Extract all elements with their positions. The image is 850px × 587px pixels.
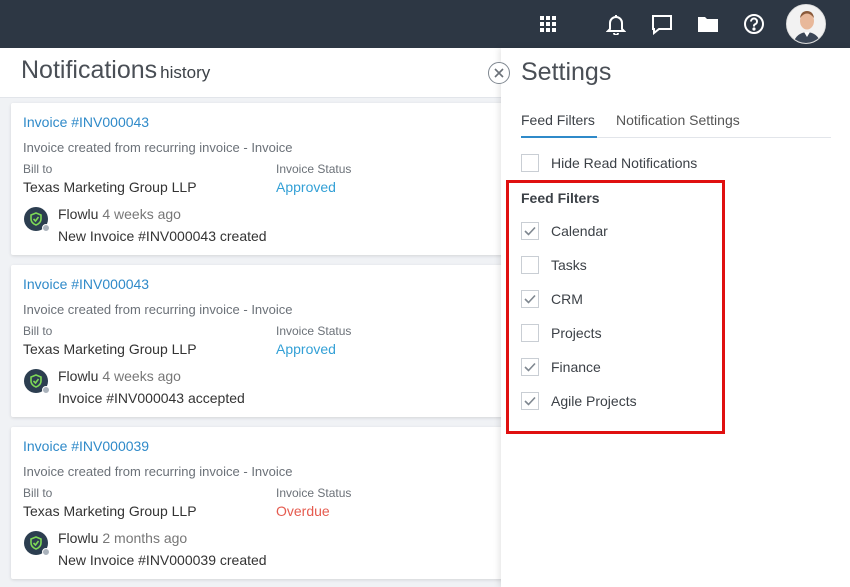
filter-label: CRM	[551, 291, 583, 307]
active-tab-indicator	[521, 136, 597, 138]
invoice-status-value: Approved	[276, 179, 336, 195]
invoice-link[interactable]: Invoice #INV000043	[23, 276, 149, 292]
user-avatar[interactable]	[786, 4, 826, 44]
filter-label: Finance	[551, 359, 601, 375]
filter-checkbox-calendar[interactable]	[521, 222, 539, 240]
settings-panel: Settings Feed Filters Notification Setti…	[501, 48, 850, 587]
folder-icon[interactable]	[696, 12, 720, 36]
checkmark-icon	[524, 396, 536, 406]
filter-option-tasks[interactable]: Tasks	[521, 255, 701, 275]
notification-subtitle: Invoice created from recurring invoice -…	[23, 464, 293, 479]
status-dot	[42, 224, 50, 232]
hide-read-notifications-option[interactable]: Hide Read Notifications	[521, 153, 741, 173]
notification-card: Invoice #INV000043 Invoice created from …	[11, 265, 511, 417]
close-icon	[494, 68, 504, 78]
notification-subtitle: Invoice created from recurring invoice -…	[23, 140, 293, 155]
filter-checkbox-projects[interactable]	[521, 324, 539, 342]
notifications-title-text: Notifications	[21, 56, 158, 84]
checkmark-icon	[524, 226, 536, 236]
filter-checkbox-crm[interactable]	[521, 290, 539, 308]
bell-icon[interactable]	[604, 12, 628, 36]
notifications-header: Notifications history	[0, 48, 520, 98]
tab-notification-settings[interactable]: Notification Settings	[616, 112, 740, 128]
invoice-link[interactable]: Invoice #INV000043	[23, 114, 149, 130]
filter-label: Tasks	[551, 257, 587, 273]
chat-icon[interactable]	[650, 12, 674, 36]
feed-filters-heading: Feed Filters	[521, 190, 600, 206]
notification-time: 2 months ago	[102, 530, 188, 546]
invoice-status-value: Overdue	[276, 503, 330, 519]
invoice-status-label: Invoice Status	[276, 486, 352, 500]
notification-card: Invoice #INV000039 Invoice created from …	[11, 427, 511, 579]
filter-option-calendar[interactable]: Calendar	[521, 221, 701, 241]
invoice-status-label: Invoice Status	[276, 324, 352, 338]
checkmark-icon	[524, 362, 536, 372]
apps-grid-icon[interactable]	[536, 12, 560, 36]
invoice-status-label: Invoice Status	[276, 162, 352, 176]
filter-option-crm[interactable]: CRM	[521, 289, 701, 309]
filter-option-projects[interactable]: Projects	[521, 323, 701, 343]
bill-to-label: Bill to	[23, 324, 53, 338]
notification-author: Flowlu 4 weeks ago	[58, 206, 181, 222]
notification-message: Invoice #INV000043 accepted	[58, 390, 245, 406]
notification-message: New Invoice #INV000043 created	[58, 228, 267, 244]
settings-title: Settings	[521, 58, 612, 86]
filter-option-finance[interactable]: Finance	[521, 357, 701, 377]
top-bar	[0, 0, 850, 48]
notification-author: Flowlu 4 weeks ago	[58, 368, 181, 384]
filter-checkbox-agile-projects[interactable]	[521, 392, 539, 410]
notification-subtitle: Invoice created from recurring invoice -…	[23, 302, 293, 317]
invoice-status-value: Approved	[276, 341, 336, 357]
close-settings-button[interactable]	[488, 62, 510, 84]
author-name[interactable]: Flowlu	[58, 368, 98, 384]
hide-read-checkbox[interactable]	[521, 154, 539, 172]
bill-to-label: Bill to	[23, 162, 53, 176]
notification-card: Invoice #INV000043 Invoice created from …	[11, 103, 511, 255]
notification-time: 4 weeks ago	[102, 368, 181, 384]
bill-to-value: Texas Marketing Group LLP	[23, 341, 197, 357]
notifications-title: Notifications history	[21, 56, 210, 85]
checkmark-icon	[524, 294, 536, 304]
filter-label: Calendar	[551, 223, 608, 239]
hide-read-label: Hide Read Notifications	[551, 155, 698, 171]
bill-to-value: Texas Marketing Group LLP	[23, 179, 197, 195]
settings-tabs: Feed Filters Notification Settings	[521, 100, 831, 138]
tab-feed-filters[interactable]: Feed Filters	[521, 112, 595, 128]
filter-label: Projects	[551, 325, 602, 341]
status-dot	[42, 386, 50, 394]
bill-to-value: Texas Marketing Group LLP	[23, 503, 197, 519]
notification-message: New Invoice #INV000039 created	[58, 552, 267, 568]
author-name[interactable]: Flowlu	[58, 206, 98, 222]
notifications-title-suffix: history	[160, 63, 211, 82]
filter-label: Agile Projects	[551, 393, 637, 409]
help-icon[interactable]	[742, 12, 766, 36]
flowlu-shield-icon	[24, 207, 50, 232]
invoice-link[interactable]: Invoice #INV000039	[23, 438, 149, 454]
filter-checkbox-tasks[interactable]	[521, 256, 539, 274]
author-name[interactable]: Flowlu	[58, 530, 98, 546]
flowlu-shield-icon	[24, 369, 50, 394]
flowlu-shield-icon	[24, 531, 50, 556]
notification-time: 4 weeks ago	[102, 206, 181, 222]
notification-author: Flowlu 2 months ago	[58, 530, 187, 546]
status-dot	[42, 548, 50, 556]
filter-checkbox-finance[interactable]	[521, 358, 539, 376]
bill-to-label: Bill to	[23, 486, 53, 500]
filter-option-agile-projects[interactable]: Agile Projects	[521, 391, 701, 411]
notifications-panel: Notifications history Invoice #INV000043 …	[0, 48, 520, 587]
